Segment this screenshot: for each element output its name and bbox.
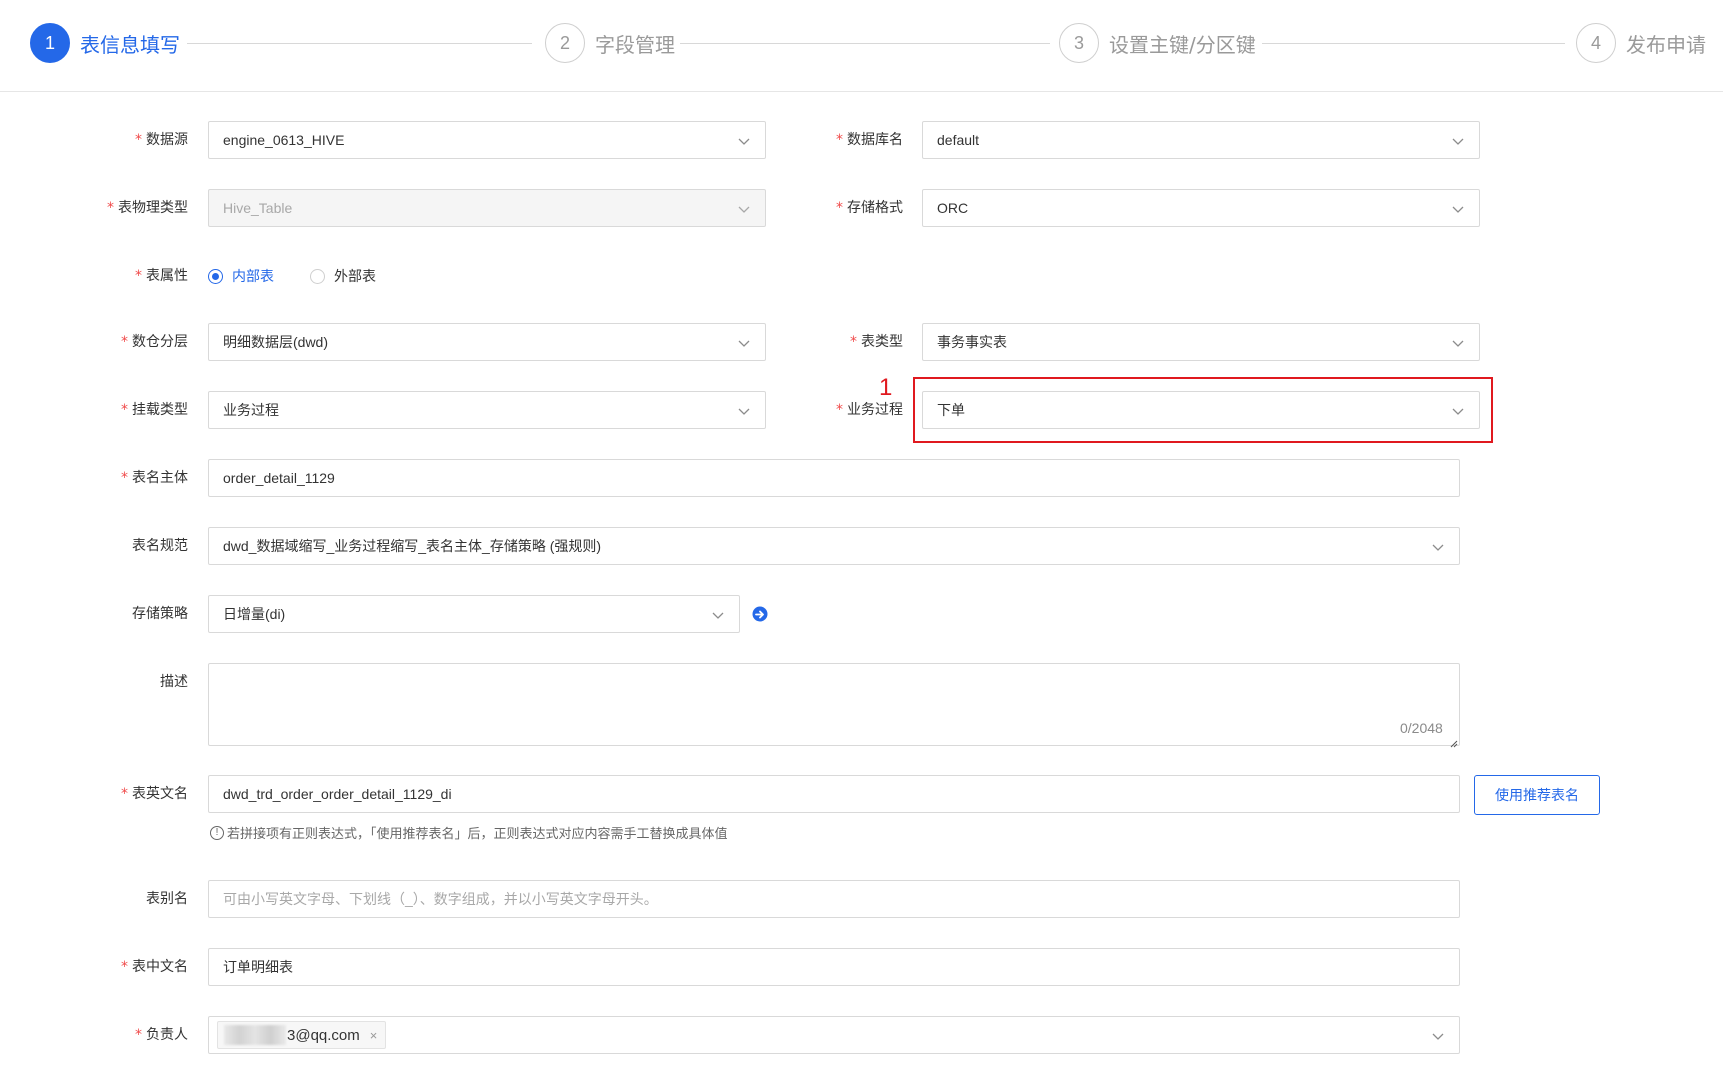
english-name-input[interactable]: dwd_trd_order_order_detail_1129_di <box>208 775 1460 813</box>
table-type-value: 事务事实表 <box>937 334 1007 350</box>
use-recommended-name-button[interactable]: 使用推荐表名 <box>1474 775 1600 815</box>
chevron-down-icon <box>737 202 751 216</box>
step-connector <box>680 43 1050 44</box>
radio-internal-label: 内部表 <box>232 269 274 285</box>
step-3-number: 3 <box>1059 23 1099 63</box>
owner-label: * 负责人 <box>135 1027 188 1043</box>
mount-type-label: * 挂载类型 <box>121 402 188 418</box>
chevron-down-icon <box>1431 1029 1445 1043</box>
database-value: default <box>937 132 980 148</box>
step-1[interactable]: 1 表信息填写 <box>30 23 180 63</box>
storage-strategy-select[interactable]: 日增量(di) <box>208 595 740 633</box>
physical-type-select: Hive_Table <box>208 189 766 227</box>
chevron-down-icon <box>1431 540 1445 554</box>
step-1-label: 表信息填写 <box>80 32 180 57</box>
storage-format-value: ORC <box>937 200 969 216</box>
chinese-name-input[interactable]: 订单明细表 <box>208 948 1460 986</box>
table-attr-label: * 表属性 <box>135 268 188 284</box>
step-2-number: 2 <box>545 23 585 63</box>
naming-rule-value: dwd_数据域缩写_业务过程缩写_表名主体_存储策略 (强规则) <box>223 538 602 554</box>
chinese-name-value: 订单明细表 <box>223 959 293 975</box>
database-label: * 数据库名 <box>836 132 903 148</box>
table-type-select[interactable]: 事务事实表 <box>922 323 1480 361</box>
radio-external-label: 外部表 <box>334 269 376 285</box>
warehouse-layer-select[interactable]: 明细数据层(dwd) <box>208 323 766 361</box>
redacted-text <box>224 1025 286 1045</box>
alias-label: 表别名 <box>146 891 188 907</box>
steps-bar: 1 表信息填写 2 字段管理 3 设置主键/分区键 4 发布申请 <box>0 0 1723 92</box>
storage-format-select[interactable]: ORC <box>922 189 1480 227</box>
chinese-name-label: * 表中文名 <box>121 959 188 975</box>
chevron-down-icon <box>737 336 751 350</box>
step-2-label: 字段管理 <box>595 32 675 57</box>
info-icon: ! <box>210 825 224 840</box>
owner-select[interactable]: 3@qq.com × <box>208 1016 1460 1054</box>
datasource-select[interactable]: engine_0613_HIVE <box>208 121 766 159</box>
step-1-number: 1 <box>30 23 70 63</box>
table-subject-label: * 表名主体 <box>121 470 188 486</box>
refresh-icon[interactable] <box>752 606 768 622</box>
step-3-label: 设置主键/分区键 <box>1109 32 1256 57</box>
step-4[interactable]: 4 发布申请 <box>1576 23 1706 63</box>
description-counter: 0/2048 <box>1400 720 1443 736</box>
chevron-down-icon <box>1451 202 1465 216</box>
business-process-value: 下单 <box>937 402 965 418</box>
datasource-label: * 数据源 <box>135 132 188 148</box>
owner-tag-text: 3@qq.com <box>287 1026 360 1044</box>
chevron-down-icon <box>737 134 751 148</box>
physical-type-label: * 表物理类型 <box>107 200 188 216</box>
database-select[interactable]: default <box>922 121 1480 159</box>
mount-type-select[interactable]: 业务过程 <box>208 391 766 429</box>
step-3[interactable]: 3 设置主键/分区键 <box>1059 23 1256 63</box>
english-name-value: dwd_trd_order_order_detail_1129_di <box>223 786 452 802</box>
chevron-down-icon <box>1451 134 1465 148</box>
close-icon[interactable]: × <box>370 1028 378 1043</box>
resize-handle-icon[interactable] <box>1448 733 1458 748</box>
radio-internal-table[interactable]: 内部表 <box>208 266 274 286</box>
mount-type-value: 业务过程 <box>223 402 279 418</box>
step-connector <box>187 43 532 44</box>
table-type-label: * 表类型 <box>850 334 903 350</box>
datasource-value: engine_0613_HIVE <box>223 132 345 148</box>
table-attr-radio-group: 内部表 外部表 <box>208 257 412 295</box>
business-process-select[interactable]: 下单 <box>922 391 1480 429</box>
warehouse-layer-value: 明细数据层(dwd) <box>223 334 329 350</box>
table-subject-input[interactable]: order_detail_1129 <box>208 459 1460 497</box>
radio-unchecked-icon <box>310 268 325 284</box>
alias-placeholder: 可由小写英文字母、下划线（_）、数字组成，并以小写英文字母开头。 <box>223 891 658 907</box>
owner-tag: 3@qq.com × <box>217 1021 387 1049</box>
description-label: 描述 <box>160 674 188 690</box>
storage-format-label: * 存储格式 <box>836 200 903 216</box>
radio-checked-icon <box>208 268 223 284</box>
warehouse-layer-label: * 数仓分层 <box>121 334 188 350</box>
step-4-label: 发布申请 <box>1626 32 1706 57</box>
storage-strategy-label: 存储策略 <box>132 606 188 622</box>
chevron-down-icon <box>737 404 751 418</box>
chevron-down-icon <box>711 608 725 622</box>
step-2[interactable]: 2 字段管理 <box>545 23 675 63</box>
english-name-label: * 表英文名 <box>121 786 188 802</box>
step-connector <box>1262 43 1565 44</box>
description-textarea[interactable] <box>208 663 1460 746</box>
storage-strategy-value: 日增量(di) <box>223 606 286 622</box>
step-4-number: 4 <box>1576 23 1616 63</box>
physical-type-value: Hive_Table <box>223 200 293 216</box>
chevron-down-icon <box>1451 404 1465 418</box>
table-subject-value: order_detail_1129 <box>223 470 335 486</box>
business-process-label: * 业务过程 <box>836 402 903 418</box>
naming-rule-select[interactable]: dwd_数据域缩写_业务过程缩写_表名主体_存储策略 (强规则) <box>208 527 1460 565</box>
chevron-down-icon <box>1451 336 1465 350</box>
radio-external-table[interactable]: 外部表 <box>310 266 376 286</box>
alias-input[interactable]: 可由小写英文字母、下划线（_）、数字组成，并以小写英文字母开头。 <box>208 880 1460 918</box>
naming-rule-label: 表名规范 <box>132 538 188 554</box>
english-name-hint-text: 若拼接项有正则表达式，「使用推荐表名」后，正则表达式对应内容需手工替换成具体值 <box>227 827 728 842</box>
english-name-hint: ! 若拼接项有正则表达式，「使用推荐表名」后，正则表达式对应内容需手工替换成具体… <box>210 823 728 842</box>
